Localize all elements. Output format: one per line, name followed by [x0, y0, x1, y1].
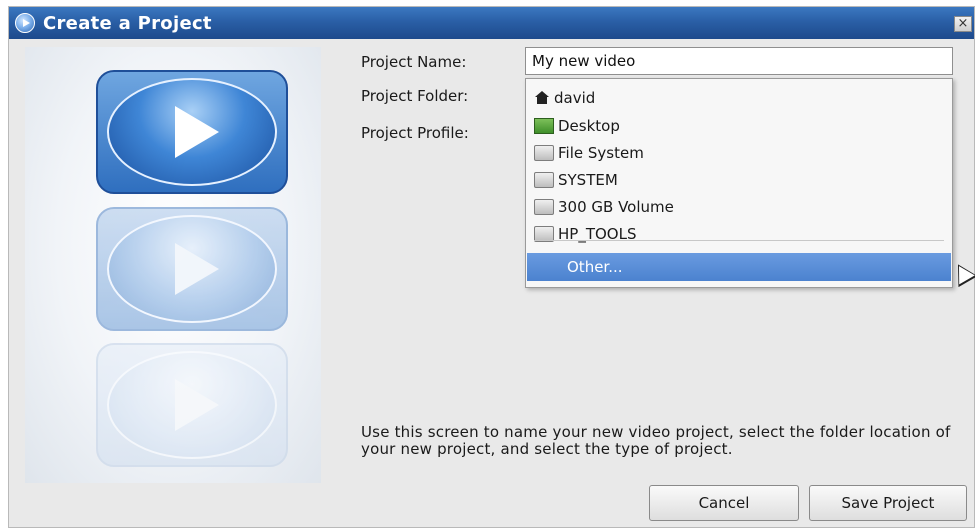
- project-profile-label: Project Profile:: [361, 124, 469, 142]
- folder-option-label: Desktop: [558, 117, 620, 135]
- cancel-button[interactable]: Cancel: [649, 485, 799, 521]
- play-disc: [107, 351, 277, 459]
- folder-option-label: File System: [558, 144, 644, 162]
- folder-option-system[interactable]: SYSTEM: [534, 167, 618, 193]
- project-name-label: Project Name:: [361, 53, 467, 71]
- play-icon: [175, 243, 219, 295]
- folder-option-other[interactable]: Other...: [527, 253, 951, 281]
- help-description: Use this screen to name your new video p…: [361, 423, 951, 458]
- folder-option-300gb-volume[interactable]: 300 GB Volume: [534, 194, 674, 220]
- project-folder-label: Project Folder:: [361, 87, 469, 105]
- home-icon: [534, 91, 550, 105]
- play-disc: [107, 78, 277, 186]
- create-project-dialog: Create a Project × Project Name: Project…: [8, 6, 975, 528]
- folder-option-label: 300 GB Volume: [558, 198, 674, 216]
- desktop-folder-icon: [534, 118, 554, 134]
- folder-option-label: SYSTEM: [558, 171, 618, 189]
- folder-option-david[interactable]: david: [534, 85, 595, 111]
- play-disc: [107, 215, 277, 323]
- title-bar[interactable]: Create a Project ×: [9, 7, 974, 39]
- project-folder-dropdown[interactable]: david Desktop File System SYSTEM 300 GB …: [525, 78, 953, 288]
- drive-icon: [534, 145, 554, 161]
- save-project-button[interactable]: Save Project: [809, 485, 967, 521]
- play-illustration-primary: [96, 70, 288, 194]
- folder-option-label: david: [554, 89, 596, 107]
- folder-option-desktop[interactable]: Desktop: [534, 113, 620, 139]
- dropdown-separator: [534, 240, 944, 241]
- drive-icon: [534, 172, 554, 188]
- play-icon: [175, 106, 219, 158]
- folder-option-hp-tools[interactable]: HP_TOOLS: [534, 221, 636, 247]
- dialog-title: Create a Project: [43, 12, 212, 34]
- app-logo-icon: [15, 13, 35, 33]
- folder-option-file-system[interactable]: File System: [534, 140, 644, 166]
- close-button[interactable]: ×: [954, 16, 972, 32]
- play-illustration-secondary: [96, 207, 288, 331]
- drive-icon: [534, 199, 554, 215]
- play-icon: [175, 379, 219, 431]
- project-name-input[interactable]: [525, 47, 953, 75]
- play-illustration-tertiary: [96, 343, 288, 467]
- illustration-panel: [25, 47, 321, 483]
